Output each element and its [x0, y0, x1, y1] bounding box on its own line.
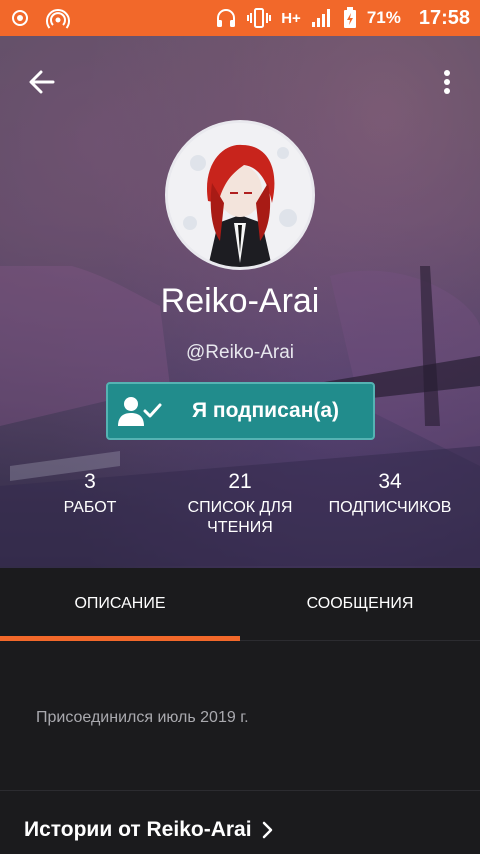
network-type: H+ — [281, 9, 301, 27]
headphones-icon — [215, 7, 237, 29]
clock: 17:58 — [418, 6, 470, 29]
tab-description[interactable]: ОПИСАНИЕ — [0, 568, 240, 641]
profile-tabs: ОПИСАНИЕ СООБЩЕНИЯ — [0, 568, 480, 641]
stat-reading-list[interactable]: 21 СПИСОК ДЛЯ ЧТЕНИЯ — [170, 470, 310, 538]
stat-works[interactable]: 3 РАБОТ — [40, 470, 140, 518]
camera-icon — [10, 8, 30, 28]
avatar[interactable] — [165, 120, 315, 270]
status-bar: H+ 71% 17:58 — [0, 0, 480, 36]
stories-header[interactable]: Истории от Reiko-Arai — [24, 818, 274, 842]
description-section: Присоединился июль 2019 г. — [0, 641, 480, 791]
stat-followers[interactable]: 34 ПОДПИСЧИКОВ — [315, 470, 465, 518]
section-divider — [0, 790, 480, 791]
battery-charging-icon — [343, 7, 357, 29]
arrow-left-icon — [29, 70, 55, 94]
stat-works-label: РАБОТ — [63, 499, 117, 516]
stat-works-value: 3 — [84, 470, 96, 493]
stat-followers-label: ПОДПИСЧИКОВ — [328, 499, 452, 516]
profile-handle: @Reiko-Arai — [186, 342, 294, 363]
profile-header: Reiko-Arai @Reiko-Arai Я подписан(а) 3 Р… — [0, 36, 480, 568]
stat-followers-value: 34 — [378, 470, 402, 493]
back-button[interactable] — [22, 62, 62, 102]
vibrate-icon — [247, 7, 272, 29]
user-check-icon — [108, 395, 172, 427]
battery-percent: 71% — [366, 8, 401, 27]
stories-title: Истории от Reiko-Arai — [24, 818, 252, 841]
more-vertical-icon — [444, 70, 450, 94]
follow-button-label: Я подписан(а) — [192, 399, 340, 422]
hotspot-icon — [46, 7, 70, 29]
stat-reading-list-label: СПИСОК ДЛЯ ЧТЕНИЯ — [187, 499, 293, 536]
joined-date: Присоединился июль 2019 г. — [36, 709, 249, 726]
chevron-right-icon — [262, 821, 272, 839]
tab-messages[interactable]: СООБЩЕНИЯ — [240, 568, 480, 640]
avatar-image — [168, 123, 312, 267]
profile-username: Reiko-Arai — [160, 282, 320, 320]
follow-button[interactable]: Я подписан(а) — [106, 382, 375, 440]
signal-icon — [311, 8, 333, 28]
stat-reading-list-value: 21 — [228, 470, 252, 493]
more-options-button[interactable] — [432, 62, 462, 102]
